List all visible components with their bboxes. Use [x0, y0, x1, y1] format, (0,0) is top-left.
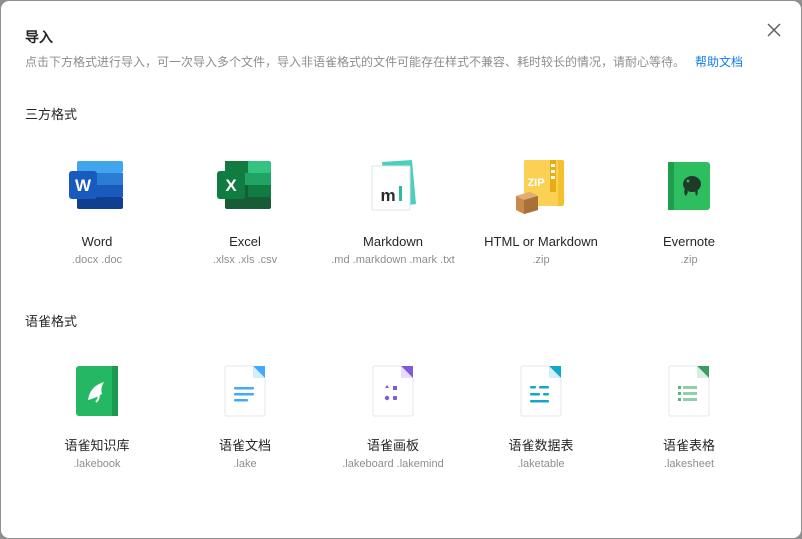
lakebook-icon: [67, 361, 127, 421]
close-icon: [767, 23, 781, 37]
import-lake-doc-button[interactable]: 语雀文档 .lake: [170, 361, 320, 486]
format-extensions: .lakeboard .lakemind: [342, 458, 444, 470]
import-word-button[interactable]: W Word .docx .doc: [22, 156, 172, 281]
import-evernote-button[interactable]: Evernote .zip: [614, 156, 764, 281]
format-name: 语雀文档: [218, 438, 271, 453]
format-name: 语雀知识库: [64, 438, 130, 453]
close-button[interactable]: [765, 21, 783, 39]
format-extensions: .zip: [532, 254, 550, 266]
format-extensions: .md .markdown .mark .txt: [331, 254, 455, 266]
format-extensions: .xlsx .xls .csv: [212, 254, 278, 266]
dialog-title: 导入: [25, 29, 53, 45]
format-extensions: .docx .doc: [71, 254, 123, 266]
format-name: Excel: [229, 234, 261, 249]
section-title-yuque: 语雀格式: [25, 314, 78, 329]
format-name: 语雀数据表: [508, 438, 574, 453]
description-text: 点击下方格式进行导入，可一次导入多个文件，导入非语雀格式的文件可能存在样式不兼容…: [25, 55, 686, 69]
svg-text:m: m: [380, 186, 395, 205]
format-extensions: .lake: [233, 458, 257, 470]
import-lakeboard-button[interactable]: 语雀画板 .lakeboard .lakemind: [318, 361, 468, 486]
zip-icon: ZIP: [511, 156, 571, 216]
format-name: Evernote: [662, 234, 716, 249]
help-docs-link[interactable]: 帮助文档: [695, 55, 743, 69]
import-lakesheet-button[interactable]: 语雀表格 .lakesheet: [614, 361, 764, 486]
format-name: 语雀表格: [662, 438, 715, 453]
format-name: Word: [81, 234, 113, 249]
lakesheet-icon: [659, 361, 719, 421]
lake-doc-icon: [215, 361, 275, 421]
word-icon: W: [67, 156, 127, 216]
import-markdown-button[interactable]: m Markdown .md .markdown .mark .txt: [318, 156, 468, 281]
evernote-icon: [659, 156, 719, 216]
markdown-icon: m: [363, 156, 423, 216]
section-title-third-party: 三方格式: [25, 107, 78, 122]
laketable-icon: [511, 361, 571, 421]
format-name: HTML or Markdown: [484, 234, 598, 249]
import-excel-button[interactable]: X Excel .xlsx .xls .csv: [170, 156, 320, 281]
import-laketable-button[interactable]: 语雀数据表 .laketable: [466, 361, 616, 486]
excel-icon: X: [215, 156, 275, 216]
format-extensions: .laketable: [517, 458, 565, 470]
format-name: 语雀画板: [366, 438, 419, 453]
format-extensions: .lakebook: [73, 458, 121, 470]
dialog-description: 点击下方格式进行导入，可一次导入多个文件，导入非语雀格式的文件可能存在样式不兼容…: [25, 54, 743, 70]
third-party-formats: W Word .docx .doc X Excel .xlsx .xls .cs…: [1, 156, 801, 296]
dialog-header: 导入 点击下方格式进行导入，可一次导入多个文件，导入非语雀格式的文件可能存在样式…: [25, 28, 743, 70]
svg-text:W: W: [75, 176, 92, 195]
yuque-formats: 语雀知识库 .lakebook 语雀文档 .lake 语雀画板 .lakeboa…: [1, 361, 801, 501]
svg-text:ZIP: ZIP: [527, 177, 544, 189]
import-dialog: 导入 点击下方格式进行导入，可一次导入多个文件，导入非语雀格式的文件可能存在样式…: [1, 1, 801, 538]
format-extensions: .zip: [680, 254, 698, 266]
import-zip-button[interactable]: ZIP HTML or Markdown .zip: [466, 156, 616, 281]
format-extensions: .lakesheet: [663, 458, 715, 470]
import-lakebook-button[interactable]: 语雀知识库 .lakebook: [22, 361, 172, 486]
svg-text:X: X: [225, 176, 237, 195]
format-name: Markdown: [363, 234, 423, 249]
lakeboard-icon: [363, 361, 423, 421]
